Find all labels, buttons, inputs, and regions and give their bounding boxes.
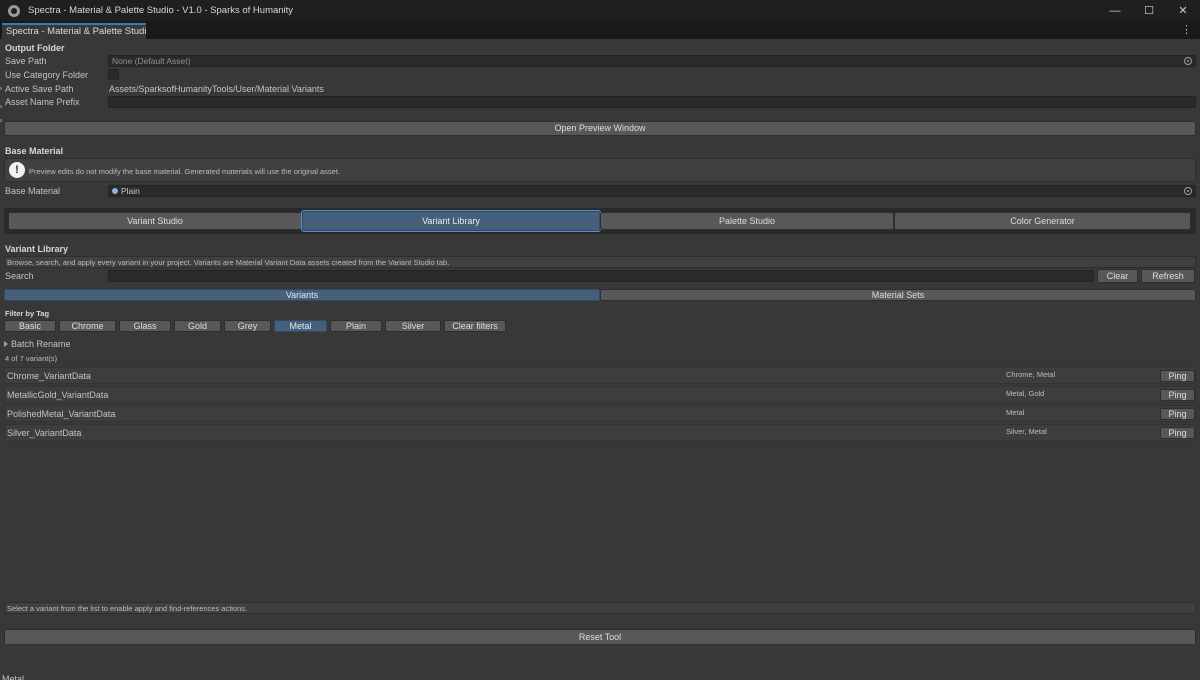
main-tab-bar: Variant Studio Variant Library Palette S…	[4, 208, 1196, 234]
variant-tags: Metal	[1006, 408, 1025, 417]
filter-by-tag-label: Filter by Tag	[5, 309, 50, 318]
tag-silver-button[interactable]: Silver	[385, 320, 441, 332]
output-folder-header: Output Folder	[5, 43, 65, 53]
library-description-box: Browse, search, and apply every variant …	[4, 256, 1196, 268]
editor-tab[interactable]: Spectra - Material & Palette Studi...	[2, 23, 146, 39]
tab-palette-studio[interactable]: Palette Studio	[600, 212, 894, 230]
variant-name: Silver_VariantData	[7, 428, 82, 438]
refresh-button[interactable]: Refresh	[1141, 269, 1195, 283]
base-material-header: Base Material	[5, 146, 64, 156]
clear-filters-button[interactable]: Clear filters	[444, 320, 506, 332]
ping-button[interactable]: Ping	[1160, 408, 1195, 420]
variant-name: MetallicGold_VariantData	[7, 390, 109, 400]
variant-tags: Silver, Metal	[1006, 427, 1047, 436]
edge-marker	[0, 87, 2, 90]
save-path-field[interactable]: None (Default Asset)	[108, 55, 1196, 67]
batch-rename-label: Batch Rename	[11, 339, 71, 349]
variant-row[interactable]: MetallicGold_VariantData Metal, Gold Pin…	[4, 386, 1196, 403]
tab-color-generator[interactable]: Color Generator	[894, 212, 1191, 230]
variant-row[interactable]: Chrome_VariantData Chrome, Metal Ping	[4, 367, 1196, 384]
tab-variants[interactable]: Variants	[4, 289, 600, 301]
variant-count: 4 of 7 variant(s)	[5, 354, 58, 363]
variant-tags: Chrome, Metal	[1006, 370, 1056, 379]
batch-rename-foldout[interactable]: Batch Rename	[4, 339, 74, 350]
tag-basic-button[interactable]: Basic	[4, 320, 56, 332]
footer-label: Metal	[2, 674, 25, 680]
window-title: Spectra - Material & Palette Studio - V1…	[28, 5, 294, 16]
base-material-field[interactable]: Plain	[108, 185, 1196, 197]
base-material-value: Plain	[121, 186, 140, 196]
maximize-icon[interactable]: ☐	[1132, 0, 1166, 21]
variant-library-header: Variant Library	[5, 244, 69, 254]
tag-gold-button[interactable]: Gold	[174, 320, 221, 332]
window-controls: — ☐ ✕	[1098, 0, 1200, 21]
reset-tool-button[interactable]: Reset Tool	[4, 629, 1196, 645]
ping-button[interactable]: Ping	[1160, 370, 1195, 382]
minimize-icon[interactable]: —	[1098, 0, 1132, 21]
variant-tags: Metal, Gold	[1006, 389, 1045, 398]
material-sphere-icon	[112, 188, 118, 194]
save-path-value: None (Default Asset)	[112, 56, 191, 66]
object-picker-icon[interactable]	[1184, 57, 1192, 65]
tag-plain-button[interactable]: Plain	[330, 320, 382, 332]
use-category-checkbox[interactable]	[108, 69, 119, 80]
tag-glass-button[interactable]: Glass	[119, 320, 171, 332]
tag-grey-button[interactable]: Grey	[224, 320, 271, 332]
variant-name: PolishedMetal_VariantData	[7, 409, 116, 419]
library-description: Browse, search, and apply every variant …	[7, 258, 450, 267]
close-icon[interactable]: ✕	[1166, 0, 1200, 21]
help-text: Preview edits do not modify the base mat…	[29, 167, 340, 176]
search-input[interactable]	[108, 270, 1094, 282]
tab-strip: Spectra - Material & Palette Studi... ⋮	[0, 21, 1200, 39]
use-category-label: Use Category Folder	[5, 70, 89, 80]
variant-row[interactable]: PolishedMetal_VariantData Metal Ping	[4, 405, 1196, 422]
tab-material-sets[interactable]: Material Sets	[600, 289, 1196, 301]
base-material-label: Base Material	[5, 186, 61, 196]
status-help-box: Select a variant from the list to enable…	[4, 602, 1196, 614]
asset-prefix-label: Asset Name Prefix	[5, 97, 80, 107]
tab-variant-library[interactable]: Variant Library	[301, 210, 601, 232]
object-picker-icon[interactable]	[1184, 187, 1192, 195]
window-titlebar: Spectra - Material & Palette Studio - V1…	[0, 0, 1200, 21]
tag-chrome-button[interactable]: Chrome	[59, 320, 116, 332]
variant-row[interactable]: Silver_VariantData Silver, Metal Ping	[4, 424, 1196, 441]
clear-search-button[interactable]: Clear	[1097, 269, 1138, 283]
more-options-icon[interactable]: ⋮	[1181, 23, 1192, 36]
active-save-path-value: Assets/SparksofHumanityTools/User/Materi…	[109, 84, 324, 94]
info-help-box: ! Preview edits do not modify the base m…	[4, 158, 1196, 182]
tab-variant-studio[interactable]: Variant Studio	[8, 212, 302, 230]
main-panel: Output Folder Save Path None (Default As…	[0, 39, 1200, 680]
app-logo-icon	[8, 4, 20, 17]
tag-metal-button[interactable]: Metal	[274, 320, 327, 332]
foldout-arrow-icon	[4, 341, 8, 347]
ping-button[interactable]: Ping	[1160, 427, 1195, 439]
status-text: Select a variant from the list to enable…	[7, 604, 248, 613]
save-path-label: Save Path	[5, 56, 47, 66]
variant-name: Chrome_VariantData	[7, 371, 91, 381]
info-icon: !	[9, 162, 25, 178]
asset-prefix-input[interactable]	[108, 96, 1196, 108]
open-preview-button[interactable]: Open Preview Window	[4, 121, 1196, 136]
edge-marker	[0, 105, 2, 108]
search-label: Search	[5, 271, 34, 281]
active-save-path-label: Active Save Path	[5, 84, 74, 94]
edge-marker	[0, 119, 2, 122]
ping-button[interactable]: Ping	[1160, 389, 1195, 401]
